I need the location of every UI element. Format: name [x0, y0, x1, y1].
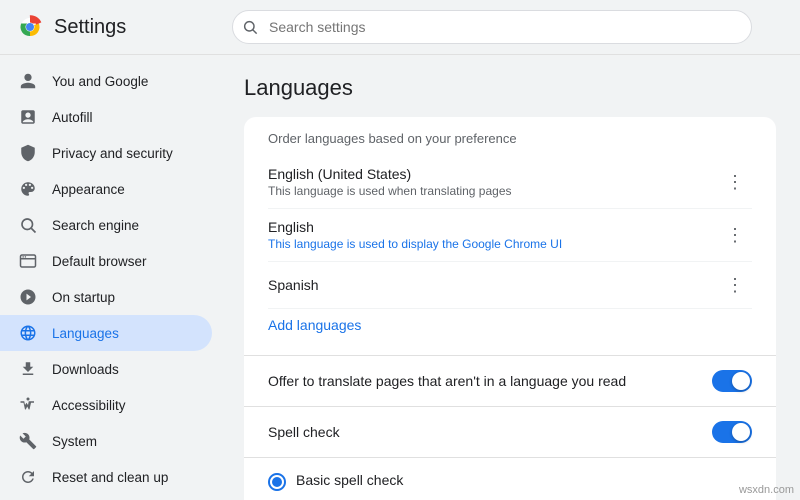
logo-area: Settings — [16, 13, 216, 41]
basic-spell-check-label: Basic spell check — [296, 472, 403, 488]
spell-check-options: Basic spell check Enhanced spell check U… — [244, 458, 776, 500]
sidebar-item-default-browser[interactable]: Default browser — [0, 243, 212, 279]
download-icon — [18, 359, 38, 379]
translate-toggle-label: Offer to translate pages that aren't in … — [268, 373, 626, 389]
lang-name-english-us: English (United States) — [268, 166, 512, 182]
main-layout: You and Google Autofill Privacy and secu… — [0, 55, 800, 500]
content-area: Languages Order languages based on your … — [220, 55, 800, 500]
language-info-english: English This language is used to display… — [268, 219, 562, 251]
language-menu-spanish[interactable]: ⋮ — [718, 272, 752, 298]
language-info-english-us: English (United States) This language is… — [268, 166, 512, 198]
lang-desc-english-us: This language is used when translating p… — [268, 184, 512, 198]
languages-card: Order languages based on your preference… — [244, 117, 776, 500]
sidebar-item-downloads[interactable]: Downloads — [0, 351, 212, 387]
sidebar-item-languages[interactable]: Languages — [0, 315, 212, 351]
top-bar: Settings — [0, 0, 800, 55]
sidebar-label-accessibility: Accessibility — [52, 398, 126, 413]
page-title: Languages — [244, 75, 776, 101]
basic-spell-check-info: Basic spell check — [296, 472, 403, 488]
spell-check-toggle-label: Spell check — [268, 424, 340, 440]
accessibility-icon — [18, 395, 38, 415]
sidebar-item-search-engine[interactable]: Search engine — [0, 207, 212, 243]
sidebar-label-downloads: Downloads — [52, 362, 119, 377]
basic-spell-check-option[interactable]: Basic spell check — [268, 472, 752, 491]
reset-icon — [18, 467, 38, 487]
system-icon — [18, 431, 38, 451]
lang-name-spanish: Spanish — [268, 277, 319, 293]
sidebar-label-appearance: Appearance — [52, 182, 125, 197]
sidebar-label-privacy: Privacy and security — [52, 146, 173, 161]
basic-spell-check-radio[interactable] — [268, 473, 286, 491]
languages-order-section: Order languages based on your preference… — [244, 117, 776, 356]
appearance-icon — [18, 179, 38, 199]
add-languages-button[interactable]: Add languages — [268, 309, 361, 341]
sidebar-item-autofill[interactable]: Autofill — [0, 99, 212, 135]
language-menu-english[interactable]: ⋮ — [718, 222, 752, 248]
browser-icon — [18, 251, 38, 271]
sidebar-item-extensions[interactable]: Extensions ↗ — [0, 495, 212, 500]
sidebar-label-default-browser: Default browser — [52, 254, 147, 269]
search-icon — [242, 19, 258, 35]
sidebar-item-on-startup[interactable]: On startup — [0, 279, 212, 315]
chrome-logo-icon — [16, 13, 44, 41]
language-row-spanish: Spanish ⋮ — [268, 262, 752, 309]
sidebar-label-reset: Reset and clean up — [52, 470, 168, 485]
spell-check-toggle[interactable] — [712, 421, 752, 443]
sidebar-label-search: Search engine — [52, 218, 139, 233]
sidebar: You and Google Autofill Privacy and secu… — [0, 55, 220, 500]
search-bar — [232, 10, 752, 44]
languages-section-header: Order languages based on your preference — [268, 131, 752, 146]
sidebar-item-accessibility[interactable]: Accessibility — [0, 387, 212, 423]
language-row-english: English This language is used to display… — [268, 209, 752, 262]
sidebar-label-system: System — [52, 434, 97, 449]
sidebar-item-reset-clean[interactable]: Reset and clean up — [0, 459, 212, 495]
sidebar-item-appearance[interactable]: Appearance — [0, 171, 212, 207]
sidebar-item-privacy-security[interactable]: Privacy and security — [0, 135, 212, 171]
sidebar-label-autofill: Autofill — [52, 110, 93, 125]
search-engine-icon — [18, 215, 38, 235]
translate-toggle-row: Offer to translate pages that aren't in … — [244, 356, 776, 407]
person-icon — [18, 71, 38, 91]
sidebar-label-languages: Languages — [52, 326, 119, 341]
spell-check-toggle-row: Spell check — [244, 407, 776, 458]
language-menu-english-us[interactable]: ⋮ — [718, 169, 752, 195]
watermark: wsxdn.com — [739, 484, 794, 496]
sidebar-label-startup: On startup — [52, 290, 115, 305]
lang-desc-english: This language is used to display the Goo… — [268, 237, 562, 251]
language-row-english-us: English (United States) This language is… — [268, 156, 752, 209]
globe-icon — [18, 323, 38, 343]
language-info-spanish: Spanish — [268, 277, 319, 293]
sidebar-item-you-google[interactable]: You and Google — [0, 63, 212, 99]
search-input[interactable] — [232, 10, 752, 44]
settings-title: Settings — [54, 16, 126, 39]
lang-name-english: English — [268, 219, 562, 235]
shield-icon — [18, 143, 38, 163]
sidebar-item-system[interactable]: System — [0, 423, 212, 459]
autofill-icon — [18, 107, 38, 127]
translate-toggle[interactable] — [712, 370, 752, 392]
sidebar-label-you-google: You and Google — [52, 74, 148, 89]
startup-icon — [18, 287, 38, 307]
